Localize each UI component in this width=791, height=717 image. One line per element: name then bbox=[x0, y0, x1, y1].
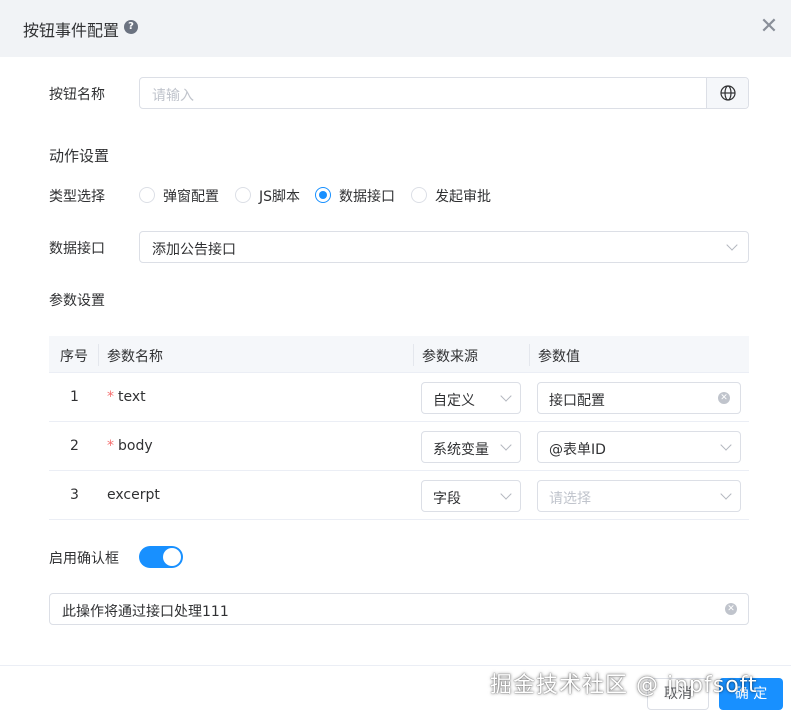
column-divider bbox=[98, 344, 99, 366]
param-name: * body bbox=[107, 438, 153, 454]
param-name-text: text bbox=[118, 389, 146, 405]
confirm-toggle-switch[interactable] bbox=[139, 546, 183, 568]
radio-label: 发起审批 bbox=[435, 189, 491, 205]
param-value-text: @表单ID bbox=[549, 442, 606, 458]
table-header: 序号 参数名称 参数来源 参数值 bbox=[49, 336, 749, 373]
param-value-placeholder: 请选择 bbox=[549, 491, 591, 507]
params-section-title: 参数设置 bbox=[49, 293, 105, 309]
column-divider bbox=[413, 344, 414, 366]
chevron-down-icon bbox=[720, 439, 732, 451]
watermark: 掘金技术社区 @ jnpfsoft bbox=[490, 673, 758, 698]
data-api-label: 数据接口 bbox=[49, 241, 105, 257]
button-name-label: 按钮名称 bbox=[49, 87, 105, 103]
globe-icon bbox=[720, 85, 736, 101]
param-source-value: 字段 bbox=[433, 491, 461, 507]
action-section-title: 动作设置 bbox=[49, 147, 110, 165]
close-icon[interactable]: ✕ bbox=[758, 16, 780, 38]
param-value-text: 接口配置 bbox=[549, 393, 605, 409]
confirm-toggle-label: 启用确认框 bbox=[49, 551, 119, 567]
table-row: 3 excerpt 字段 请选择 bbox=[49, 471, 749, 520]
clear-icon[interactable]: ✕ bbox=[725, 603, 737, 615]
col-param-source: 参数来源 bbox=[422, 349, 478, 365]
clear-icon[interactable]: ✕ bbox=[718, 392, 730, 404]
param-source-select[interactable]: 系统变量 bbox=[421, 431, 521, 463]
table-row: 1 * text 自定义 接口配置 ✕ bbox=[49, 373, 749, 422]
radio-dot bbox=[139, 187, 155, 203]
required-mark: * bbox=[107, 438, 114, 454]
radio-label: 数据接口 bbox=[339, 189, 395, 205]
param-value-select[interactable]: 请选择 bbox=[537, 480, 741, 512]
required-mark: * bbox=[107, 389, 114, 405]
chevron-down-icon bbox=[500, 488, 512, 500]
footer-divider bbox=[0, 665, 791, 666]
param-name: * text bbox=[107, 389, 146, 405]
col-param-name: 参数名称 bbox=[107, 349, 163, 365]
param-source-select[interactable]: 自定义 bbox=[421, 382, 521, 414]
confirm-message-input[interactable]: 此操作将通过接口处理111 ✕ bbox=[49, 593, 749, 625]
button-name-input[interactable]: 请输入 bbox=[139, 77, 749, 109]
table-row: 2 * body 系统变量 @表单ID bbox=[49, 422, 749, 471]
data-api-select[interactable]: 添加公告接口 bbox=[139, 231, 749, 263]
dialog-title: 按钮事件配置 bbox=[23, 21, 120, 40]
param-name: excerpt bbox=[107, 487, 160, 503]
row-index: 1 bbox=[70, 389, 79, 405]
chevron-down-icon bbox=[726, 239, 738, 251]
col-index: 序号 bbox=[60, 349, 88, 365]
chevron-down-icon bbox=[500, 439, 512, 451]
param-value-select[interactable]: @表单ID bbox=[537, 431, 741, 463]
radio-dot bbox=[411, 187, 427, 203]
param-name-text: excerpt bbox=[107, 487, 160, 503]
button-name-placeholder: 请输入 bbox=[152, 88, 194, 104]
radio-dot-checked bbox=[315, 187, 331, 203]
help-circle-icon[interactable]: ? bbox=[124, 20, 138, 34]
param-source-value: 系统变量 bbox=[433, 442, 489, 458]
i18n-button[interactable] bbox=[706, 78, 748, 108]
type-select-label: 类型选择 bbox=[49, 189, 105, 205]
radio-label: 弹窗配置 bbox=[163, 189, 219, 205]
radio-label: JS脚本 bbox=[259, 189, 301, 205]
param-source-value: 自定义 bbox=[433, 393, 475, 409]
param-name-text: body bbox=[118, 438, 153, 454]
chevron-down-icon bbox=[500, 390, 512, 402]
confirm-message-text: 此操作将通过接口处理111 bbox=[62, 604, 229, 620]
row-index: 3 bbox=[70, 487, 79, 503]
col-param-value: 参数值 bbox=[538, 349, 580, 365]
radio-dot bbox=[235, 187, 251, 203]
row-index: 2 bbox=[70, 438, 79, 454]
param-source-select[interactable]: 字段 bbox=[421, 480, 521, 512]
button-event-config-dialog: 按钮事件配置 ? ✕ 按钮名称 请输入 动作设置 类型选择 弹窗配置 JS脚本 … bbox=[0, 0, 791, 717]
dialog-header: 按钮事件配置 ? ✕ bbox=[0, 0, 791, 57]
switch-knob bbox=[163, 548, 181, 566]
param-value-input[interactable]: 接口配置 ✕ bbox=[537, 382, 741, 414]
column-divider bbox=[529, 344, 530, 366]
data-api-value: 添加公告接口 bbox=[152, 242, 236, 258]
chevron-down-icon bbox=[720, 488, 732, 500]
